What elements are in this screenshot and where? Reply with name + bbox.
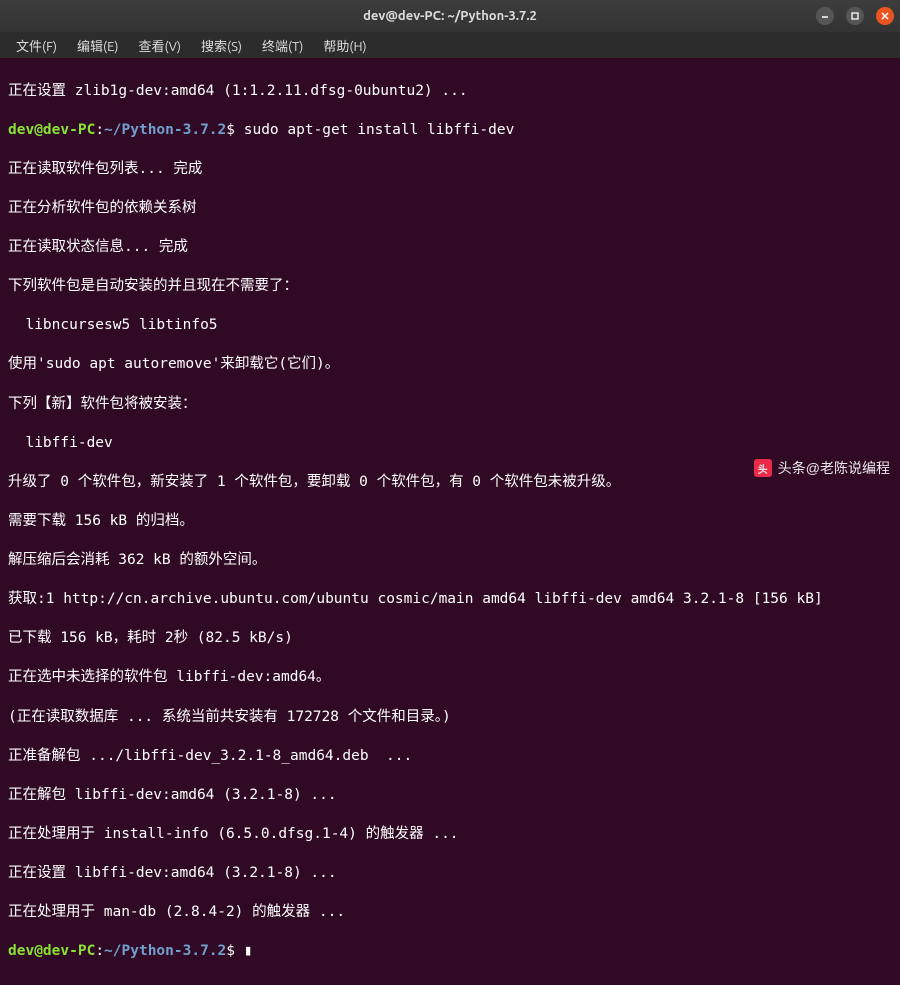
output-line: 已下载 156 kB，耗时 2秒 (82.5 kB/s) (8, 629, 892, 649)
prompt-colon: : (95, 122, 104, 138)
prompt-path: ~/Python-3.7.2 (104, 943, 226, 959)
output-line: 正在分析软件包的依赖关系树 (8, 199, 892, 219)
menu-edit[interactable]: 编辑(E) (69, 34, 126, 57)
prompt-path: ~/Python-3.7.2 (104, 122, 226, 138)
output-line: libncursesw5 libtinfo5 (8, 316, 892, 336)
prompt-line: dev@dev-PC:~/Python-3.7.2$ sudo apt-get … (8, 121, 892, 141)
cursor[interactable]: ▮ (244, 943, 253, 959)
output-line: libffi-dev (8, 434, 892, 454)
terminal-output[interactable]: 正在设置 zlib1g-dev:amd64 (1:1.2.11.dfsg-0ub… (0, 58, 900, 985)
output-line: 正在处理用于 man-db (2.8.4-2) 的触发器 ... (8, 903, 892, 923)
output-line: (正在读取数据库 ... 系统当前共安装有 172728 个文件和目录。) (8, 708, 892, 728)
output-line: 下列【新】软件包将被安装： (8, 395, 892, 415)
menu-help[interactable]: 帮助(H) (315, 34, 374, 57)
output-line: 正在处理用于 install-info (6.5.0.dfsg.1-4) 的触发… (8, 825, 892, 845)
output-line: 正在选中未选择的软件包 libffi-dev:amd64。 (8, 668, 892, 688)
output-line: 正在解包 libffi-dev:amd64 (3.2.1-8) ... (8, 786, 892, 806)
output-line: 解压缩后会消耗 362 kB 的额外空间。 (8, 551, 892, 571)
watermark: 头 头条@老陈说编程 (754, 458, 890, 478)
output-line: 使用'sudo apt autoremove'来卸载它(它们)。 (8, 355, 892, 375)
output-line: 下列软件包是自动安装的并且现在不需要了： (8, 277, 892, 297)
prompt-user: dev@dev-PC (8, 943, 95, 959)
window-controls (816, 7, 894, 25)
menu-search[interactable]: 搜索(S) (193, 34, 250, 57)
titlebar: dev@dev-PC: ~/Python-3.7.2 (0, 0, 900, 32)
output-line: 需要下载 156 kB 的归档。 (8, 512, 892, 532)
output-line: 正在设置 libffi-dev:amd64 (3.2.1-8) ... (8, 864, 892, 884)
menu-file[interactable]: 文件(F) (8, 34, 65, 57)
maximize-button[interactable] (846, 7, 864, 25)
output-line: 正在设置 zlib1g-dev:amd64 (1:1.2.11.dfsg-0ub… (8, 82, 892, 102)
prompt-user: dev@dev-PC (8, 122, 95, 138)
command-text: sudo apt-get install libffi-dev (235, 122, 514, 138)
close-button[interactable] (876, 7, 894, 25)
prompt-line: dev@dev-PC:~/Python-3.7.2$ ▮ (8, 942, 892, 962)
output-line: 正准备解包 .../libffi-dev_3.2.1-8_amd64.deb .… (8, 747, 892, 767)
watermark-text: 头条@老陈说编程 (778, 458, 890, 478)
output-line: 获取:1 http://cn.archive.ubuntu.com/ubuntu… (8, 590, 892, 610)
output-line: 正在读取状态信息... 完成 (8, 238, 892, 258)
output-line: 正在读取软件包列表... 完成 (8, 160, 892, 180)
menu-view[interactable]: 查看(V) (131, 34, 189, 57)
prompt-colon: : (95, 943, 104, 959)
menu-terminal[interactable]: 终端(T) (254, 34, 311, 57)
menubar: 文件(F) 编辑(E) 查看(V) 搜索(S) 终端(T) 帮助(H) (0, 32, 900, 58)
window-title: dev@dev-PC: ~/Python-3.7.2 (363, 9, 537, 23)
prompt-symbol: $ (226, 943, 235, 959)
minimize-button[interactable] (816, 7, 834, 25)
watermark-logo-icon: 头 (754, 459, 772, 477)
prompt-symbol: $ (226, 122, 235, 138)
